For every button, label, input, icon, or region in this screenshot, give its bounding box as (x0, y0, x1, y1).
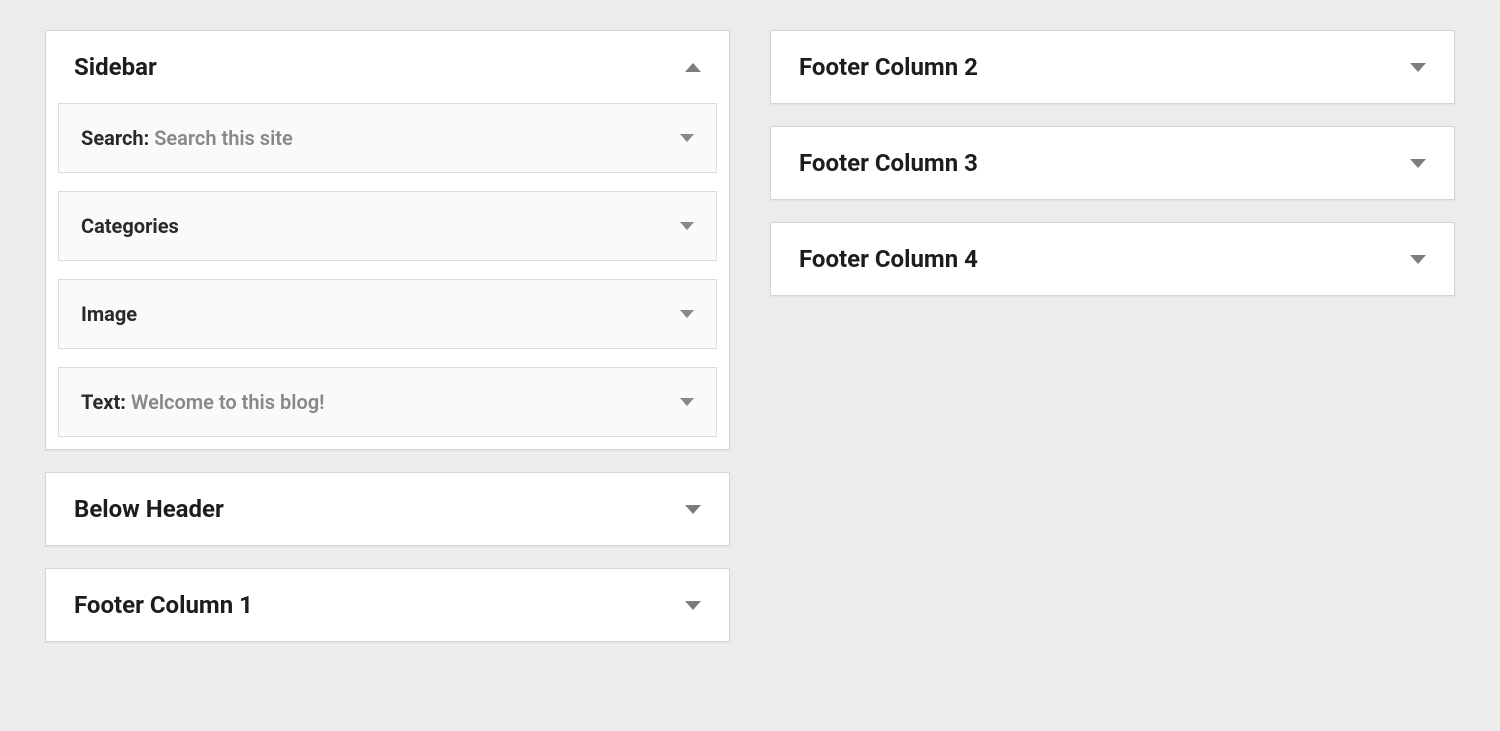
widget-search-suffix: Search this site (149, 126, 293, 150)
widget-text-label: Text: (81, 390, 126, 414)
widget-area-footer-column-3: Footer Column 3 (770, 126, 1455, 200)
widget-area-sidebar-body: Search: Search this site Categories Imag… (46, 103, 729, 449)
widget-label-wrapper: Categories (81, 214, 179, 238)
widget-areas-layout: Sidebar Search: Search this site Categor… (45, 30, 1455, 642)
widget-area-sidebar: Sidebar Search: Search this site Categor… (45, 30, 730, 450)
widget-area-footer-column-2: Footer Column 2 (770, 30, 1455, 104)
chevron-down-icon (1410, 159, 1426, 168)
chevron-down-icon (685, 505, 701, 514)
chevron-up-icon (685, 63, 701, 72)
widget-search-label: Search: (81, 126, 149, 150)
chevron-down-icon (685, 601, 701, 610)
widget-area-below-header-header[interactable]: Below Header (46, 473, 729, 545)
chevron-down-icon (680, 310, 694, 318)
right-column: Footer Column 2 Footer Column 3 Footer C… (770, 30, 1455, 642)
left-column: Sidebar Search: Search this site Categor… (45, 30, 730, 642)
chevron-down-icon (1410, 255, 1426, 264)
chevron-down-icon (680, 134, 694, 142)
widget-area-footer-column-2-title: Footer Column 2 (799, 53, 978, 81)
widget-area-footer-column-3-title: Footer Column 3 (799, 149, 978, 177)
widget-categories-label: Categories (81, 214, 179, 238)
chevron-down-icon (1410, 63, 1426, 72)
widget-area-footer-column-1-title: Footer Column 1 (74, 591, 253, 619)
widget-area-sidebar-title: Sidebar (74, 53, 157, 81)
chevron-down-icon (680, 398, 694, 406)
widget-area-below-header-title: Below Header (74, 495, 224, 523)
widget-area-footer-column-1: Footer Column 1 (45, 568, 730, 642)
widget-image[interactable]: Image (58, 279, 717, 349)
widget-area-sidebar-header[interactable]: Sidebar (46, 31, 729, 103)
widget-area-footer-column-4: Footer Column 4 (770, 222, 1455, 296)
widget-area-footer-column-1-header[interactable]: Footer Column 1 (46, 569, 729, 641)
widget-area-footer-column-2-header[interactable]: Footer Column 2 (771, 31, 1454, 103)
widget-categories[interactable]: Categories (58, 191, 717, 261)
widget-label-wrapper: Image (81, 302, 137, 326)
widget-search[interactable]: Search: Search this site (58, 103, 717, 173)
widget-image-label: Image (81, 302, 137, 326)
widget-area-footer-column-3-header[interactable]: Footer Column 3 (771, 127, 1454, 199)
widget-area-footer-column-4-header[interactable]: Footer Column 4 (771, 223, 1454, 295)
chevron-down-icon (680, 222, 694, 230)
widget-label-wrapper: Text: Welcome to this blog! (81, 390, 325, 414)
widget-text-suffix: Welcome to this blog! (126, 390, 325, 414)
widget-area-footer-column-4-title: Footer Column 4 (799, 245, 978, 273)
widget-label-wrapper: Search: Search this site (81, 126, 293, 150)
widget-area-below-header: Below Header (45, 472, 730, 546)
widget-text[interactable]: Text: Welcome to this blog! (58, 367, 717, 437)
